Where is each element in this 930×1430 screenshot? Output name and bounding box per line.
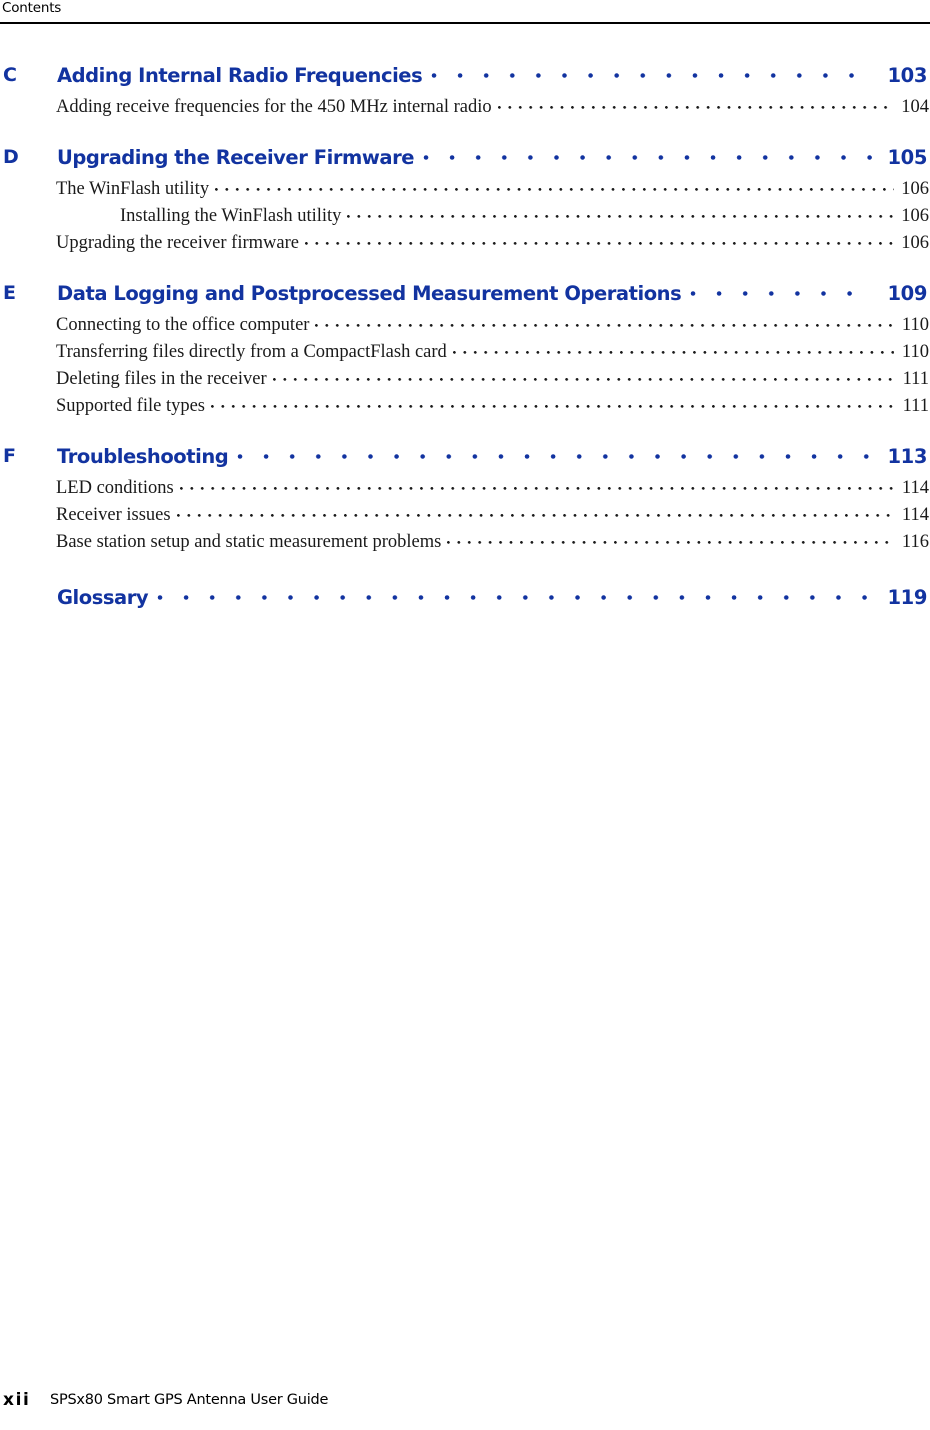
dot-leader bbox=[496, 96, 894, 112]
toc-entry-title[interactable]: Adding Internal Radio Frequencies bbox=[57, 64, 431, 87]
toc-entry-title[interactable]: Upgrading the Receiver Firmware bbox=[57, 146, 423, 169]
header-label: Contents bbox=[2, 0, 62, 16]
dot-leader bbox=[303, 232, 894, 248]
dot-leader bbox=[210, 395, 894, 411]
toc-page-number[interactable]: 106 bbox=[895, 206, 930, 227]
table-of-contents: C Adding Internal Radio Frequencies 103 Add… bbox=[0, 58, 930, 618]
toc-entry-row[interactable]: Installing the WinFlash utility 106 bbox=[0, 205, 930, 232]
toc-entry-row[interactable]: Deleting files in the receiver 111 bbox=[0, 368, 930, 395]
toc-entry-title[interactable]: Transferring files directly from a Compa… bbox=[56, 342, 452, 363]
toc-entry-title[interactable]: Adding receive frequencies for the 450 M… bbox=[56, 97, 497, 118]
toc-entry-row[interactable]: Transferring files directly from a Compa… bbox=[0, 341, 930, 368]
dot-leader bbox=[271, 368, 894, 384]
toc-heading-row[interactable]: C Adding Internal Radio Frequencies 103 bbox=[0, 58, 930, 96]
toc-heading-row[interactable]: D Upgrading the Receiver Firmware 105 bbox=[0, 140, 930, 178]
toc-page-number[interactable]: 106 bbox=[895, 233, 930, 254]
toc-entry-title[interactable]: Base station setup and static measuremen… bbox=[56, 532, 446, 553]
toc-entry-title[interactable]: Data Logging and Postprocessed Measureme… bbox=[57, 282, 690, 305]
toc-entry-row[interactable]: The WinFlash utility 106 bbox=[0, 178, 930, 205]
toc-page-number[interactable]: 110 bbox=[895, 315, 930, 336]
dot-leader bbox=[157, 584, 873, 604]
toc-heading-row[interactable]: F Troubleshooting 113 bbox=[0, 439, 930, 477]
toc-entry-title[interactable]: Supported file types bbox=[56, 396, 210, 417]
toc-page-number[interactable]: 114 bbox=[895, 505, 930, 526]
appendix-letter: D bbox=[3, 146, 19, 168]
dot-leader bbox=[346, 205, 894, 221]
toc-entry-row[interactable]: Connecting to the office computer 110 bbox=[0, 314, 930, 341]
dot-leader bbox=[423, 144, 873, 164]
toc-heading-row[interactable]: E Data Logging and Postprocessed Measurem… bbox=[0, 276, 930, 314]
toc-entry-title[interactable]: Installing the WinFlash utility bbox=[120, 206, 346, 227]
toc-page-number[interactable]: 110 bbox=[895, 342, 930, 363]
toc-page-number[interactable]: 103 bbox=[879, 64, 930, 87]
toc-entry-row[interactable]: Supported file types 111 bbox=[0, 395, 930, 422]
toc-page-number[interactable]: 119 bbox=[879, 586, 930, 609]
toc-page-number[interactable]: 114 bbox=[895, 478, 930, 499]
toc-entry-title[interactable]: Troubleshooting bbox=[57, 445, 237, 468]
toc-entry-title[interactable]: Connecting to the office computer bbox=[56, 315, 314, 336]
toc-page-number[interactable]: 111 bbox=[895, 396, 930, 417]
toc-entry-title[interactable]: Receiver issues bbox=[56, 505, 176, 526]
toc-page-number[interactable]: 109 bbox=[879, 282, 930, 305]
toc-entry-row[interactable]: Adding receive frequencies for the 450 M… bbox=[0, 96, 930, 123]
footer-document-title: SPSx80 Smart GPS Antenna User Guide bbox=[50, 1392, 329, 1408]
appendix-letter: E bbox=[3, 282, 16, 304]
dot-leader bbox=[214, 178, 894, 194]
dot-leader bbox=[237, 443, 873, 463]
footer-page-number: xii bbox=[3, 1390, 31, 1410]
toc-entry-row[interactable]: Base station setup and static measuremen… bbox=[0, 531, 930, 558]
toc-entry-title[interactable]: Glossary bbox=[57, 586, 157, 609]
toc-entry-title[interactable]: LED conditions bbox=[56, 478, 179, 499]
page-footer: xii SPSx80 Smart GPS Antenna User Guide bbox=[0, 1390, 930, 1414]
toc-entry-title[interactable]: Deleting files in the receiver bbox=[56, 369, 272, 390]
toc-entry-row[interactable]: Receiver issues 114 bbox=[0, 504, 930, 531]
header-rule bbox=[0, 22, 930, 24]
running-header: Contents bbox=[0, 0, 930, 26]
toc-heading-row[interactable]: Glossary 119 bbox=[0, 580, 930, 618]
dot-leader bbox=[690, 280, 873, 300]
toc-page-number[interactable]: 106 bbox=[895, 179, 930, 200]
dot-leader bbox=[446, 531, 894, 547]
toc-entry-row[interactable]: Upgrading the receiver firmware 106 bbox=[0, 232, 930, 259]
appendix-letter: F bbox=[3, 445, 16, 467]
toc-page-number[interactable]: 116 bbox=[895, 532, 930, 553]
dot-leader bbox=[314, 314, 894, 330]
toc-entry-title[interactable]: Upgrading the receiver firmware bbox=[56, 233, 304, 254]
dot-leader bbox=[451, 341, 894, 357]
dot-leader bbox=[431, 62, 873, 82]
appendix-letter: C bbox=[3, 64, 17, 86]
toc-entry-title[interactable]: The WinFlash utility bbox=[56, 179, 214, 200]
toc-page-number[interactable]: 104 bbox=[895, 97, 930, 118]
toc-entry-row[interactable]: LED conditions 114 bbox=[0, 477, 930, 504]
toc-page-number[interactable]: 105 bbox=[879, 146, 930, 169]
dot-leader bbox=[175, 504, 894, 520]
toc-page-number[interactable]: 113 bbox=[879, 445, 930, 468]
toc-page-number[interactable]: 111 bbox=[895, 369, 930, 390]
dot-leader bbox=[178, 477, 894, 493]
